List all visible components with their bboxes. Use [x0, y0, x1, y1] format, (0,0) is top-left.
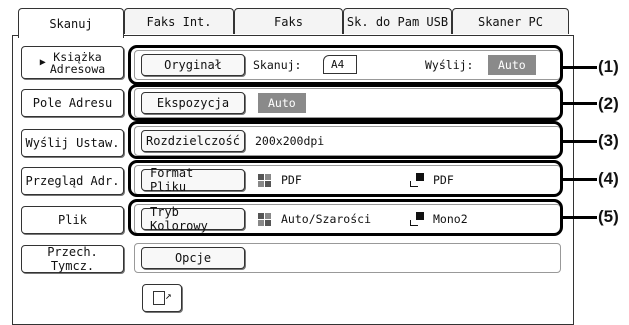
triangle-right-icon: ▶ — [39, 57, 46, 68]
original-row: Oryginał Skanuj: A4 Wyślij: Auto — [134, 50, 561, 80]
address-book-button[interactable]: ▶ Książka Adresowa — [21, 46, 124, 79]
tab-scan-to-usb[interactable]: Sk. do Pam USB — [343, 8, 452, 34]
callout-leader-4 — [563, 178, 597, 181]
edit-button[interactable]: ↗ — [142, 284, 182, 312]
resolution-row: Rozdzielczość 200x200dpi — [134, 126, 561, 156]
file-format-mono-value: PDF — [433, 173, 454, 187]
file-format-button[interactable]: Format Pliku — [141, 166, 245, 194]
send-value-badge: Auto — [488, 55, 536, 75]
color-mode-icon — [258, 213, 271, 226]
address-review-button[interactable]: Przegląd Adr. — [21, 167, 124, 195]
file-button[interactable]: Plik — [21, 206, 124, 234]
callout-leader-5 — [563, 216, 597, 219]
color-mode-icon — [258, 174, 271, 187]
callout-label-3: (3) — [598, 131, 619, 150]
options-button[interactable]: Opcje — [141, 247, 245, 269]
send-settings-button[interactable]: Wyślij Ustaw. — [21, 129, 124, 157]
callout-label-5: (5) — [598, 207, 619, 226]
a4-document-icon: A4 — [323, 55, 357, 74]
temporary-store-button[interactable]: Przech. Tymcz. — [21, 245, 124, 273]
resolution-button[interactable]: Rozdzielczość — [141, 130, 245, 152]
callout-leader-1 — [563, 66, 597, 69]
options-row: Opcje — [134, 243, 561, 273]
address-book-label: Książka Adresowa — [49, 49, 106, 76]
tab-internet-fax[interactable]: Faks Int. — [124, 8, 234, 34]
send-label: Wyślij: — [425, 58, 474, 72]
color-mode-row: Tryb Kolorowy Auto/Szarości Mono2 — [134, 204, 561, 234]
callout-label-4: (4) — [598, 169, 619, 188]
file-format-row: Format Pliku PDF PDF — [134, 165, 561, 195]
arrow-icon: ↗ — [165, 289, 172, 302]
address-field-button[interactable]: Pole Adresu — [21, 89, 124, 117]
scan-size-value: A4 — [331, 58, 345, 71]
callout-label-2: (2) — [598, 94, 619, 113]
file-format-color-value: PDF — [281, 173, 302, 187]
tab-pc-scan[interactable]: Skaner PC — [452, 8, 569, 34]
color-mode-button[interactable]: Tryb Kolorowy — [141, 205, 245, 233]
exposure-button[interactable]: Ekspozycja — [141, 92, 245, 114]
tab-fax[interactable]: Faks — [234, 8, 343, 34]
original-button[interactable]: Oryginał — [141, 54, 245, 76]
color-mode-mono-value: Mono2 — [433, 212, 468, 226]
resolution-value: 200x200dpi — [255, 134, 325, 148]
callout-leader-2 — [563, 102, 597, 105]
color-mode-color-value: Auto/Szarości — [281, 212, 372, 226]
mono-mode-icon — [410, 173, 424, 187]
mono-mode-icon — [410, 212, 424, 226]
exposure-value-badge: Auto — [258, 93, 306, 113]
edit-icon — [153, 291, 165, 305]
scan-label: Skanuj: — [253, 58, 302, 72]
tab-scan[interactable]: Skanuj — [18, 8, 124, 38]
callout-leader-3 — [563, 140, 597, 143]
callout-label-1: (1) — [598, 57, 619, 76]
exposure-row: Ekspozycja Auto — [134, 88, 561, 118]
